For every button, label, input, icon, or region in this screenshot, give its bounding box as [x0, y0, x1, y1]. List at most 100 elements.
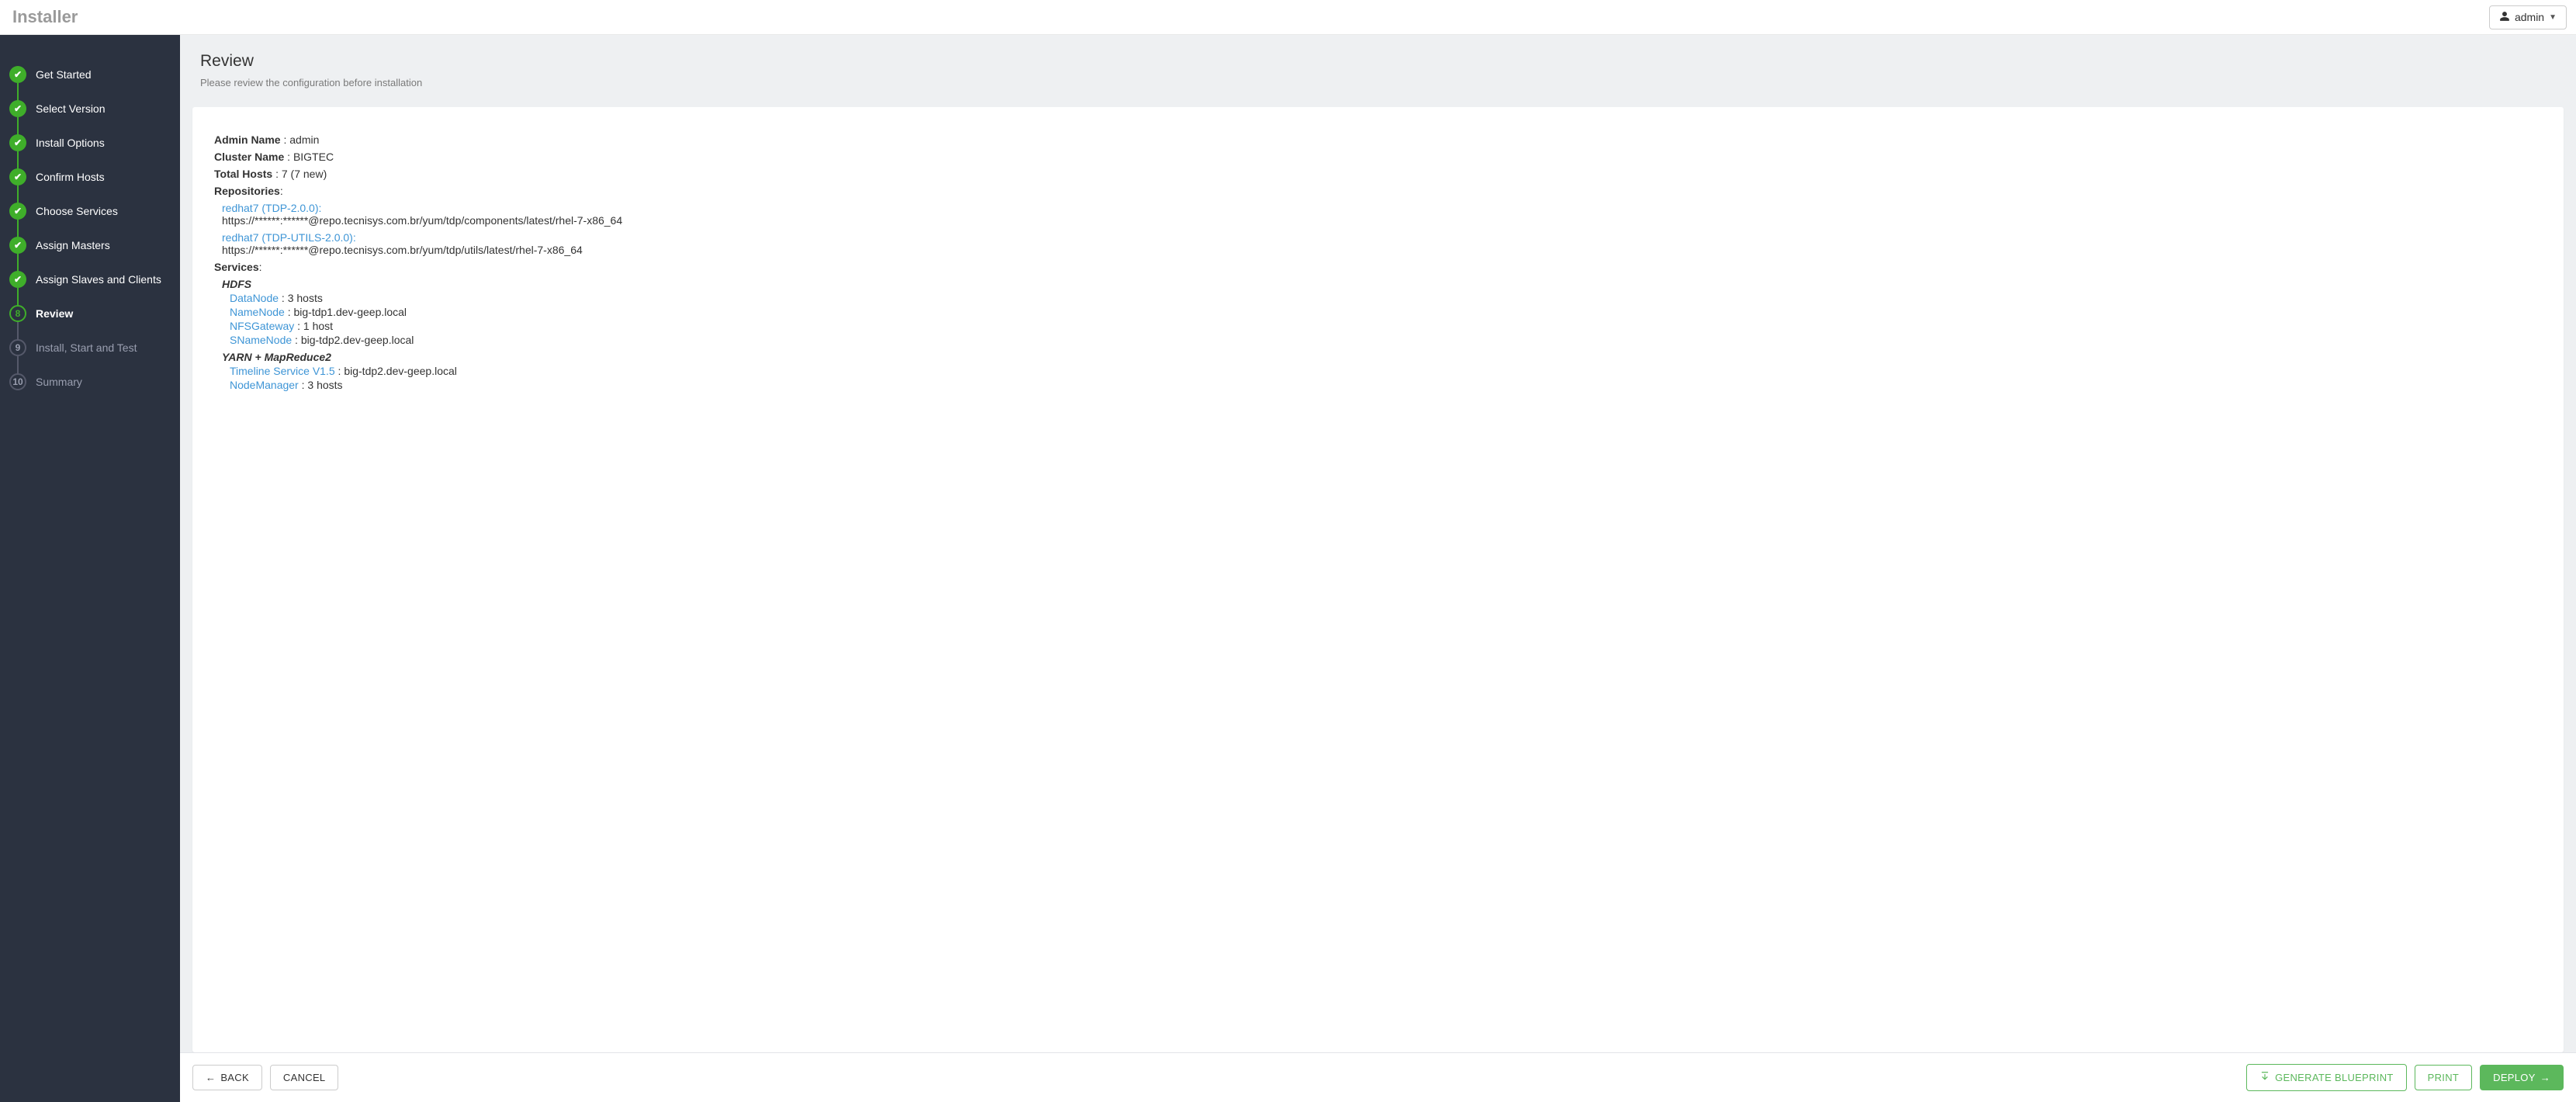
component-line: NameNode : big-tdp1.dev-geep.local: [230, 306, 2545, 318]
component-value: 3 hosts: [288, 292, 323, 304]
component-line: DataNode : 3 hosts: [230, 292, 2545, 304]
wizard-sidebar: Get Started Select Version Install Options…: [0, 35, 180, 1102]
wizard-step[interactable]: Assign Masters: [6, 232, 174, 258]
check-icon: [14, 137, 22, 148]
app-title: Installer: [12, 7, 78, 27]
deploy-button[interactable]: DEPLOY: [2480, 1065, 2564, 1090]
wizard-step[interactable]: Assign Slaves and Clients: [6, 266, 174, 293]
wizard-step-label: Summary: [36, 376, 82, 388]
page-title: Review: [200, 52, 2556, 71]
wizard-step[interactable]: Choose Services: [6, 198, 174, 224]
caret-down-icon: ▼: [2549, 13, 2557, 22]
wizard-step: 10 Summary: [6, 369, 174, 395]
download-icon: [2259, 1071, 2270, 1084]
service-block: HDFS DataNode : 3 hosts NameNode : big-tdp…: [222, 278, 2545, 346]
service-block: YARN + MapReduce2 Timeline Service V1.5 :…: [222, 351, 2545, 391]
step-number: 9: [9, 339, 26, 356]
wizard-step: 9 Install, Start and Test: [6, 334, 174, 361]
admin-name-label: Admin Name: [214, 133, 281, 146]
component-value: 1 host: [303, 320, 333, 332]
check-icon: [14, 103, 22, 114]
component-value: 3 hosts: [307, 379, 342, 391]
component-name: NodeManager: [230, 379, 299, 391]
services-label: Services: [214, 261, 259, 273]
generate-blueprint-label: GENERATE BLUEPRINT: [2275, 1072, 2394, 1083]
repositories-label: Repositories: [214, 185, 280, 197]
step-check-icon: [9, 271, 26, 288]
wizard-step[interactable]: 8 Review: [6, 300, 174, 327]
step-check-icon: [9, 66, 26, 83]
review-scroll[interactable]: Admin Name : admin Cluster Name : BIGTEC…: [196, 115, 2564, 1045]
check-icon: [14, 69, 22, 80]
wizard-step-label: Confirm Hosts: [36, 171, 105, 183]
cancel-button[interactable]: CANCEL: [270, 1065, 339, 1090]
wizard-step[interactable]: Install Options: [6, 130, 174, 156]
main-content: Review Please review the configuration b…: [180, 35, 2576, 1102]
component-line: NodeManager : 3 hosts: [230, 379, 2545, 391]
print-button-label: PRINT: [2428, 1072, 2460, 1083]
component-line: Timeline Service V1.5 : big-tdp2.dev-gee…: [230, 365, 2545, 377]
wizard-step-label: Review: [36, 307, 73, 320]
component-line: SNameNode : big-tdp2.dev-geep.local: [230, 334, 2545, 346]
step-check-icon: [9, 203, 26, 220]
admin-name-value: admin: [289, 133, 319, 146]
total-hosts-label: Total Hosts: [214, 168, 272, 180]
total-hosts-value: 7 (7 new): [282, 168, 327, 180]
wizard-step-label: Select Version: [36, 102, 106, 115]
component-line: NFSGateway : 1 host: [230, 320, 2545, 332]
repository-block: redhat7 (TDP-UTILS-2.0.0):https://******…: [222, 231, 2545, 256]
step-check-icon: [9, 237, 26, 254]
service-name: YARN + MapReduce2: [222, 351, 2545, 363]
user-icon: [2499, 11, 2510, 24]
services-line: Services:: [214, 261, 2545, 273]
wizard-step[interactable]: Confirm Hosts: [6, 164, 174, 190]
step-number: 8: [9, 305, 26, 322]
cluster-name-value: BIGTEC: [293, 151, 334, 163]
component-value: big-tdp2.dev-geep.local: [344, 365, 457, 377]
step-check-icon: [9, 134, 26, 151]
check-icon: [14, 240, 22, 251]
wizard-step-label: Assign Slaves and Clients: [36, 273, 161, 286]
repository-url: https://******:******@repo.tecnisys.com.…: [222, 214, 2545, 227]
step-check-icon: [9, 168, 26, 185]
component-name: NameNode: [230, 306, 285, 318]
wizard-step[interactable]: Select Version: [6, 95, 174, 122]
wizard-step[interactable]: Get Started: [6, 61, 174, 88]
component-name: SNameNode: [230, 334, 292, 346]
total-hosts-line: Total Hosts : 7 (7 new): [214, 168, 2545, 180]
component-name: NFSGateway: [230, 320, 294, 332]
back-button[interactable]: BACK: [192, 1065, 262, 1090]
repositories-line: Repositories:: [214, 185, 2545, 197]
wizard-step-label: Install, Start and Test: [36, 341, 137, 354]
arrow-left-icon: [206, 1072, 216, 1083]
top-bar: Installer admin ▼: [0, 0, 2576, 35]
step-number: 10: [9, 373, 26, 390]
repository-block: redhat7 (TDP-2.0.0):https://******:*****…: [222, 202, 2545, 227]
wizard-step-label: Get Started: [36, 68, 92, 81]
review-panel: Admin Name : admin Cluster Name : BIGTEC…: [192, 107, 2564, 1052]
generate-blueprint-button[interactable]: GENERATE BLUEPRINT: [2246, 1064, 2407, 1091]
repository-name: redhat7 (TDP-2.0.0):: [222, 202, 2545, 214]
user-menu-button[interactable]: admin ▼: [2489, 5, 2567, 29]
page-header: Review Please review the configuration b…: [180, 35, 2576, 96]
repository-name: redhat7 (TDP-UTILS-2.0.0):: [222, 231, 2545, 244]
wizard-step-label: Assign Masters: [36, 239, 110, 251]
check-icon: [14, 274, 22, 285]
component-name: Timeline Service V1.5: [230, 365, 335, 377]
check-icon: [14, 206, 22, 217]
repository-url: https://******:******@repo.tecnisys.com.…: [222, 244, 2545, 256]
wizard-step-label: Install Options: [36, 137, 105, 149]
step-check-icon: [9, 100, 26, 117]
component-value: big-tdp2.dev-geep.local: [301, 334, 414, 346]
component-name: DataNode: [230, 292, 279, 304]
deploy-button-label: DEPLOY: [2493, 1072, 2536, 1083]
service-name: HDFS: [222, 278, 2545, 290]
admin-name-line: Admin Name : admin: [214, 133, 2545, 146]
page-subtitle: Please review the configuration before i…: [200, 77, 2556, 88]
cancel-button-label: CANCEL: [283, 1072, 326, 1083]
wizard-step-label: Choose Services: [36, 205, 118, 217]
cluster-name-line: Cluster Name : BIGTEC: [214, 151, 2545, 163]
user-name: admin: [2515, 11, 2544, 23]
print-button[interactable]: PRINT: [2415, 1065, 2473, 1090]
back-button-label: BACK: [220, 1072, 249, 1083]
